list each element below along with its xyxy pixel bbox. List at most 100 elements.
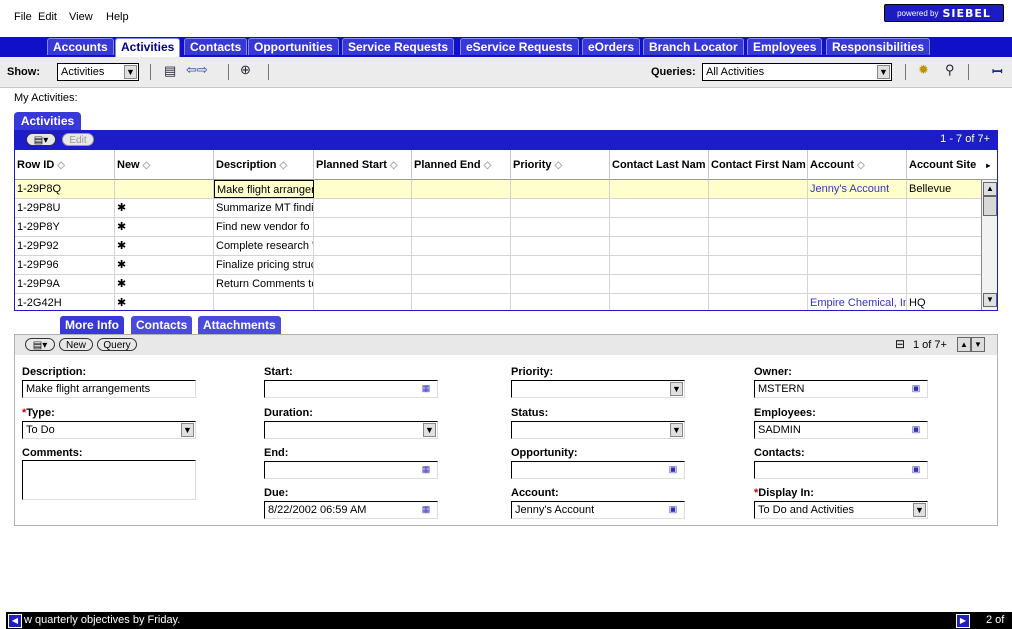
tab-contacts[interactable]: Contacts <box>184 38 248 55</box>
tab-service-requests[interactable]: Service Requests <box>342 38 455 55</box>
col-description[interactable]: Description ◇ <box>214 150 314 180</box>
table-row[interactable]: 1-29P8U ✱ Summarize MT findir <box>15 199 983 218</box>
planned-start-cell[interactable] <box>314 199 412 217</box>
start-field[interactable]: ▦ <box>264 380 438 398</box>
row-id-cell[interactable]: 1-29P92 <box>15 237 115 255</box>
description-cell[interactable]: Find new vendor fo <box>214 218 314 236</box>
description-cell[interactable]: Summarize MT findir <box>214 199 314 217</box>
end-field[interactable]: ▦ <box>264 461 438 479</box>
comments-field[interactable] <box>22 460 196 500</box>
planned-end-cell[interactable] <box>412 275 511 293</box>
calendar-icon[interactable]: ▦ <box>421 383 431 393</box>
new-cell[interactable]: ✱ <box>115 256 214 274</box>
row-id-cell[interactable]: 1-29P8Q <box>15 180 115 198</box>
scroll-thumb[interactable] <box>983 196 997 216</box>
contact-first-cell[interactable] <box>709 199 808 217</box>
scroll-up-icon[interactable]: ▲ <box>983 182 997 196</box>
contact-first-cell[interactable] <box>709 180 808 198</box>
priority-cell[interactable] <box>511 275 610 293</box>
tab-activities[interactable]: Activities <box>115 38 181 57</box>
notes-icon[interactable]: ▤ <box>164 63 176 79</box>
scroll-left-icon[interactable]: ◀ <box>8 614 22 628</box>
priority-cell[interactable] <box>511 294 610 310</box>
planned-end-cell[interactable] <box>412 180 511 198</box>
account-site-cell[interactable] <box>907 237 983 255</box>
pick-list-icon[interactable]: ▣ <box>911 464 921 474</box>
contact-first-cell[interactable] <box>709 275 808 293</box>
account-cell[interactable]: Empire Chemical, Inc <box>808 294 907 310</box>
planned-end-cell[interactable] <box>412 237 511 255</box>
back-forward-icon[interactable]: ⇦⇨ <box>186 62 208 78</box>
next-record-icon[interactable]: ▼ <box>971 337 985 352</box>
priority-cell[interactable] <box>511 199 610 217</box>
contact-first-cell[interactable] <box>709 294 808 310</box>
contacts-field[interactable]: ▣ <box>754 461 928 479</box>
priority-select[interactable]: ▼ <box>511 380 685 398</box>
planned-start-cell[interactable] <box>314 218 412 236</box>
menu-view[interactable]: View <box>69 11 93 23</box>
contact-last-cell[interactable] <box>610 237 709 255</box>
table-row[interactable]: 1-29P96 ✱ Finalize pricing struc <box>15 256 983 275</box>
new-cell[interactable]: ✱ <box>115 218 214 236</box>
scroll-down-icon[interactable]: ▼ <box>983 293 997 307</box>
planned-end-cell[interactable] <box>412 294 511 310</box>
planned-start-cell[interactable] <box>314 275 412 293</box>
new-cell[interactable]: ✱ <box>115 294 214 310</box>
opportunity-field[interactable]: ▣ <box>511 461 685 479</box>
col-planned-end[interactable]: Planned End ◇ <box>412 150 511 180</box>
col-account[interactable]: Account ◇ <box>808 150 907 180</box>
col-planned-start[interactable]: Planned Start ◇ <box>314 150 412 180</box>
form-menu-button[interactable]: ▤▾ <box>25 338 55 351</box>
queries-select[interactable]: All Activities ▼ <box>702 63 892 81</box>
priority-cell[interactable] <box>511 218 610 236</box>
prev-record-icon[interactable]: ▲ <box>957 337 971 352</box>
col-new[interactable]: New ◇ <box>115 150 214 180</box>
row-id-cell[interactable]: 1-29P8U <box>15 199 115 217</box>
calendar-icon[interactable]: ▦ <box>421 504 431 514</box>
pick-list-icon[interactable]: ▣ <box>668 464 678 474</box>
planned-end-cell[interactable] <box>412 256 511 274</box>
description-cell[interactable]: Make flight arranger <box>214 180 314 198</box>
row-id-cell[interactable]: 1-2G42H <box>15 294 115 310</box>
menu-file[interactable]: File <box>14 11 32 23</box>
col-contact-last[interactable]: Contact Last Nam <box>610 150 709 180</box>
account-site-cell[interactable] <box>907 256 983 274</box>
contact-first-cell[interactable] <box>709 218 808 236</box>
contact-last-cell[interactable] <box>610 199 709 217</box>
query-button[interactable]: Query <box>97 338 137 351</box>
table-row[interactable]: 1-29P9A ✱ Return Comments tc <box>15 275 983 294</box>
binoculars-icon[interactable]: ꟷ <box>992 62 1003 80</box>
owner-field[interactable]: MSTERN ▣ <box>754 380 928 398</box>
contact-first-cell[interactable] <box>709 256 808 274</box>
contact-last-cell[interactable] <box>610 275 709 293</box>
calendar-icon[interactable]: ▦ <box>421 464 431 474</box>
account-field[interactable]: Jenny's Account ▣ <box>511 501 685 519</box>
contact-last-cell[interactable] <box>610 294 709 310</box>
employees-field[interactable]: SADMIN ▣ <box>754 421 928 439</box>
tab-opportunities[interactable]: Opportunities <box>248 38 339 55</box>
pick-list-icon[interactable]: ▣ <box>911 383 921 393</box>
account-cell[interactable]: Jenny's Account <box>808 180 907 198</box>
description-cell[interactable]: Return Comments tc <box>214 275 314 293</box>
tab-employees[interactable]: Employees <box>747 38 823 55</box>
globe-icon[interactable]: ⊕ <box>240 62 251 78</box>
contact-first-cell[interactable] <box>709 237 808 255</box>
description-cell[interactable]: Finalize pricing struc <box>214 256 314 274</box>
new-query-icon[interactable]: ✹ <box>918 62 929 78</box>
col-priority[interactable]: Priority ◇ <box>511 150 610 180</box>
tab-more-info[interactable]: More Info <box>60 316 124 334</box>
tab-eservice-requests[interactable]: eService Requests <box>460 38 579 55</box>
contact-last-cell[interactable] <box>610 180 709 198</box>
tab-responsibilities[interactable]: Responsibilities <box>826 38 931 55</box>
vertical-scrollbar[interactable]: ▲ ▼ <box>981 180 997 310</box>
planned-start-cell[interactable] <box>314 256 412 274</box>
account-cell[interactable] <box>808 199 907 217</box>
col-account-site[interactable]: Account Site ▸ <box>907 150 997 180</box>
priority-cell[interactable] <box>511 237 610 255</box>
show-select[interactable]: Activities ▼ <box>57 63 139 81</box>
new-cell[interactable]: ✱ <box>115 275 214 293</box>
edit-button[interactable]: Edit <box>62 133 94 146</box>
tab-attachments[interactable]: Attachments <box>198 316 281 334</box>
description-cell[interactable] <box>214 294 314 310</box>
form-nav-icon[interactable]: ⊟ <box>895 337 905 351</box>
